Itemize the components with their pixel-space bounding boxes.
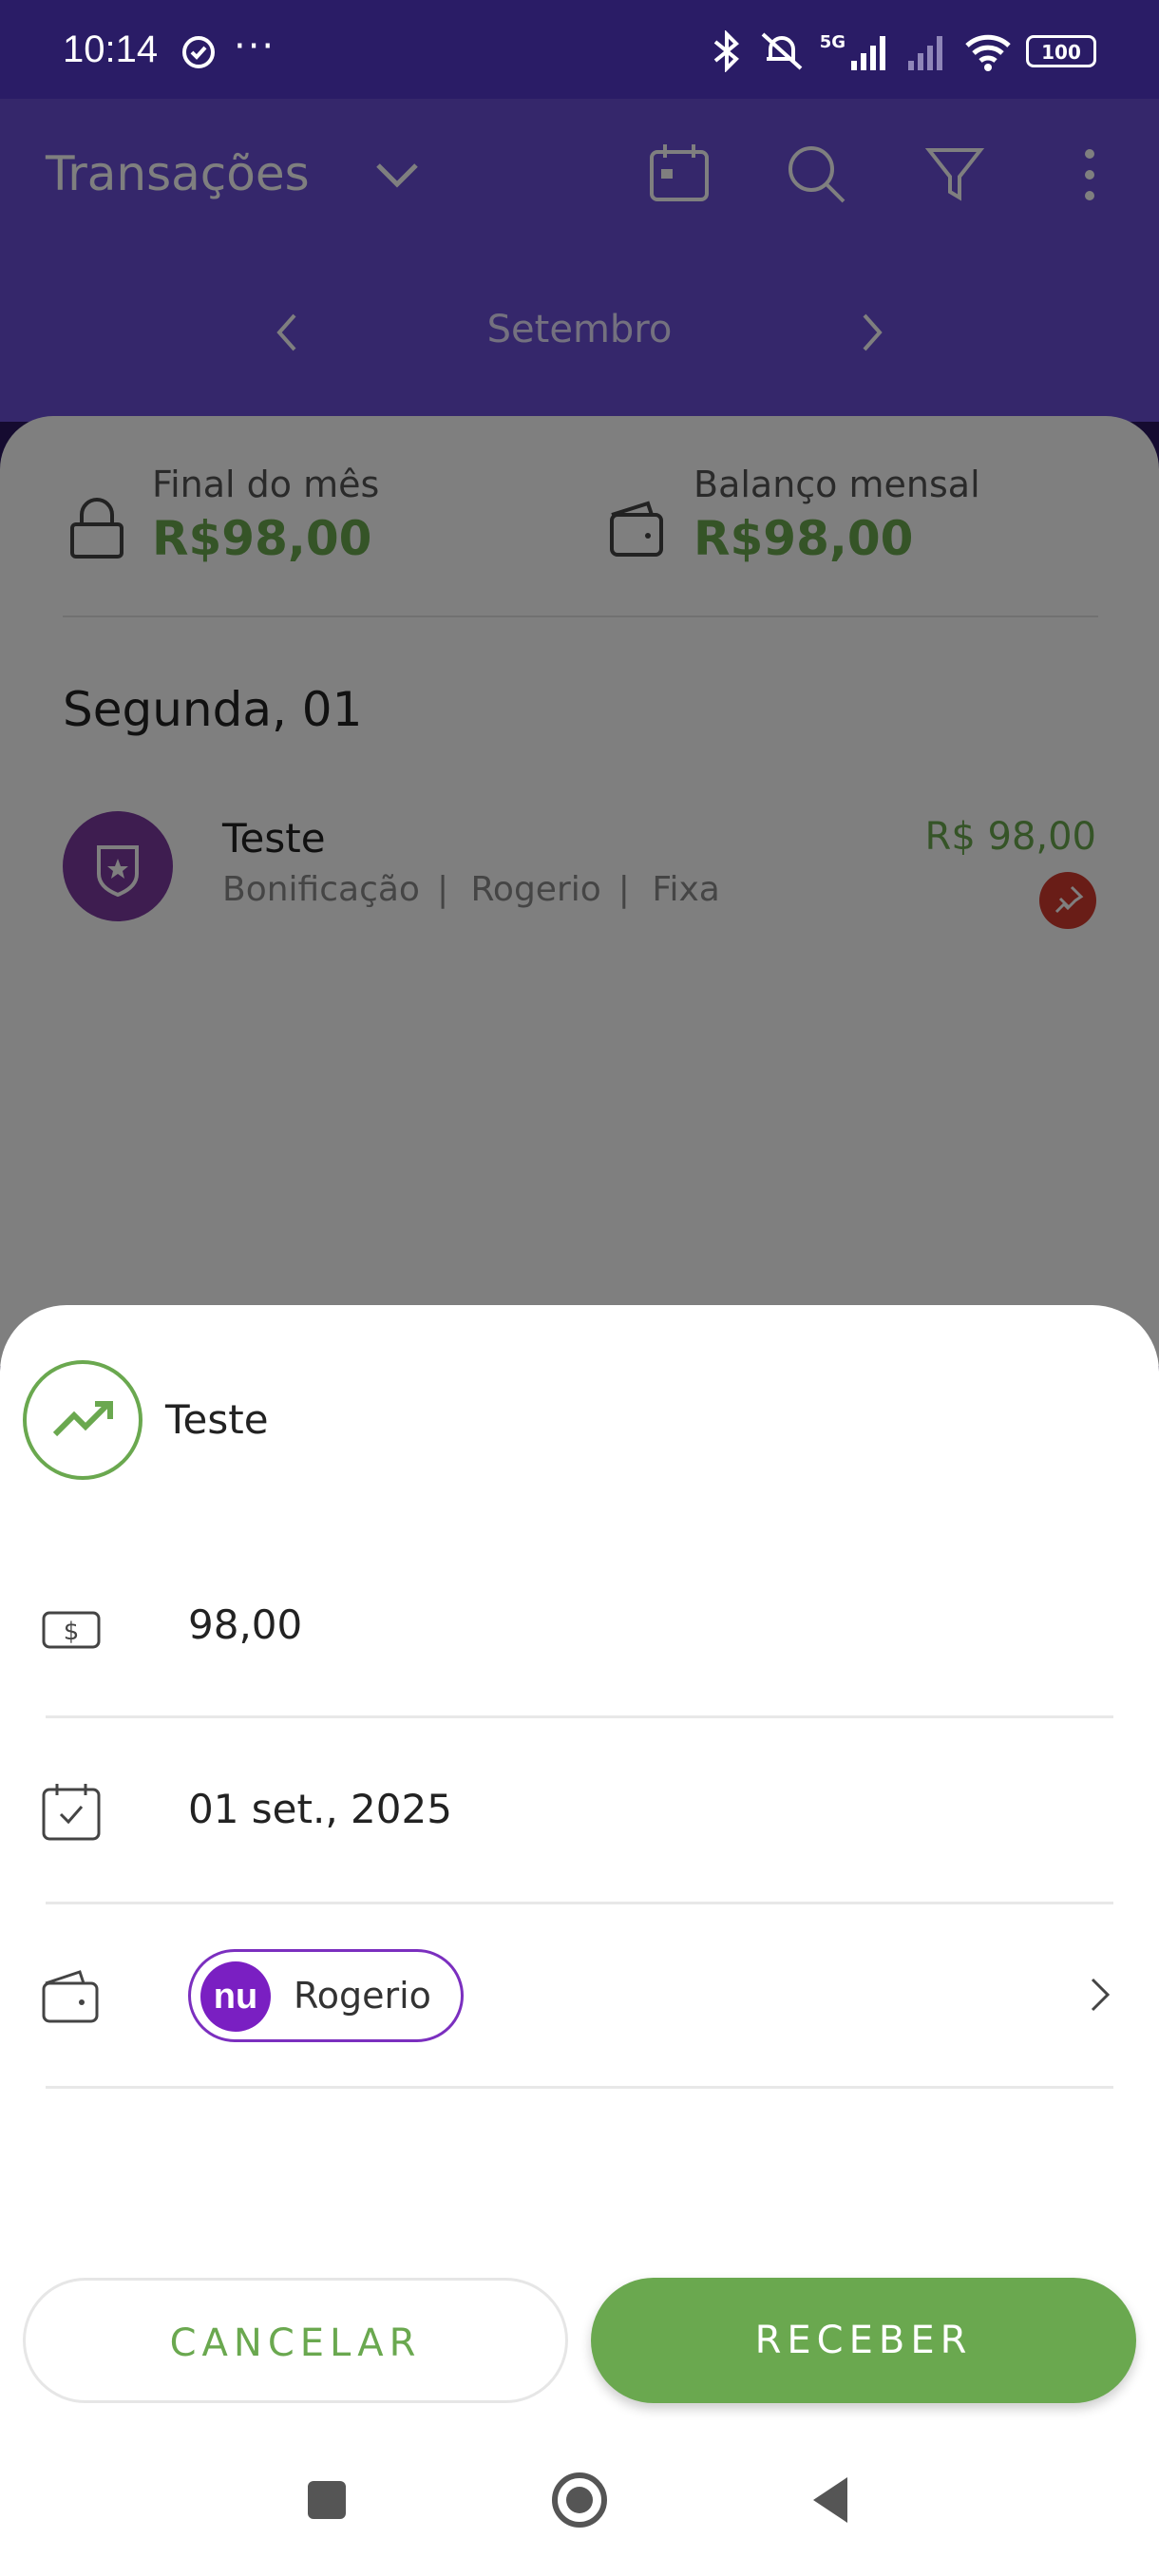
divider [46, 2086, 1113, 2089]
money-icon: $ [42, 1611, 101, 1649]
wifi-icon [965, 34, 1011, 71]
wallet-icon [42, 1970, 99, 2023]
svg-text:$: $ [64, 1618, 80, 1646]
account-name: Rogerio [294, 1975, 431, 2017]
recent-apps-icon[interactable] [293, 2466, 361, 2534]
mute-icon [761, 32, 803, 70]
divider [46, 1715, 1113, 1718]
confirm-receipt-sheet: Teste $ 98,00 01 set., 2025 nu Rogerio C… [0, 1305, 1159, 2576]
receive-button[interactable]: RECEBER [591, 2278, 1136, 2403]
check-circle-icon [182, 36, 215, 68]
home-icon[interactable] [545, 2466, 614, 2534]
battery-level: 100 [1041, 41, 1081, 64]
signal-icon [851, 36, 885, 70]
trending-up-icon [52, 1401, 113, 1437]
calendar-check-icon [42, 1784, 101, 1841]
cancel-button[interactable]: CANCELAR [23, 2278, 568, 2403]
bluetooth-icon [713, 30, 739, 72]
account-chip[interactable]: nu Rogerio [188, 1949, 464, 2042]
nubank-logo: nu [200, 1961, 271, 2032]
status-icons: 5G 100 [710, 28, 1096, 74]
network-type-label: 5G [819, 31, 846, 52]
battery-icon: 100 [1026, 35, 1096, 67]
divider [46, 1902, 1113, 1904]
back-icon[interactable] [798, 2466, 866, 2534]
system-navigation-bar [0, 2432, 1159, 2576]
more-dots-icon: ··· [234, 25, 276, 68]
date-field[interactable]: 01 set., 2025 [188, 1786, 452, 1832]
chevron-right-icon[interactable] [1089, 1976, 1113, 2014]
signal-off-icon [908, 36, 942, 70]
amount-field[interactable]: 98,00 [188, 1601, 302, 1648]
status-bar: 10:14 ··· 5G 100 [0, 0, 1159, 99]
category-icon-ring [23, 1360, 142, 1480]
modal-scrim[interactable] [0, 99, 1159, 1429]
status-time: 10:14 [63, 28, 159, 70]
sheet-title: Teste [165, 1396, 269, 1443]
